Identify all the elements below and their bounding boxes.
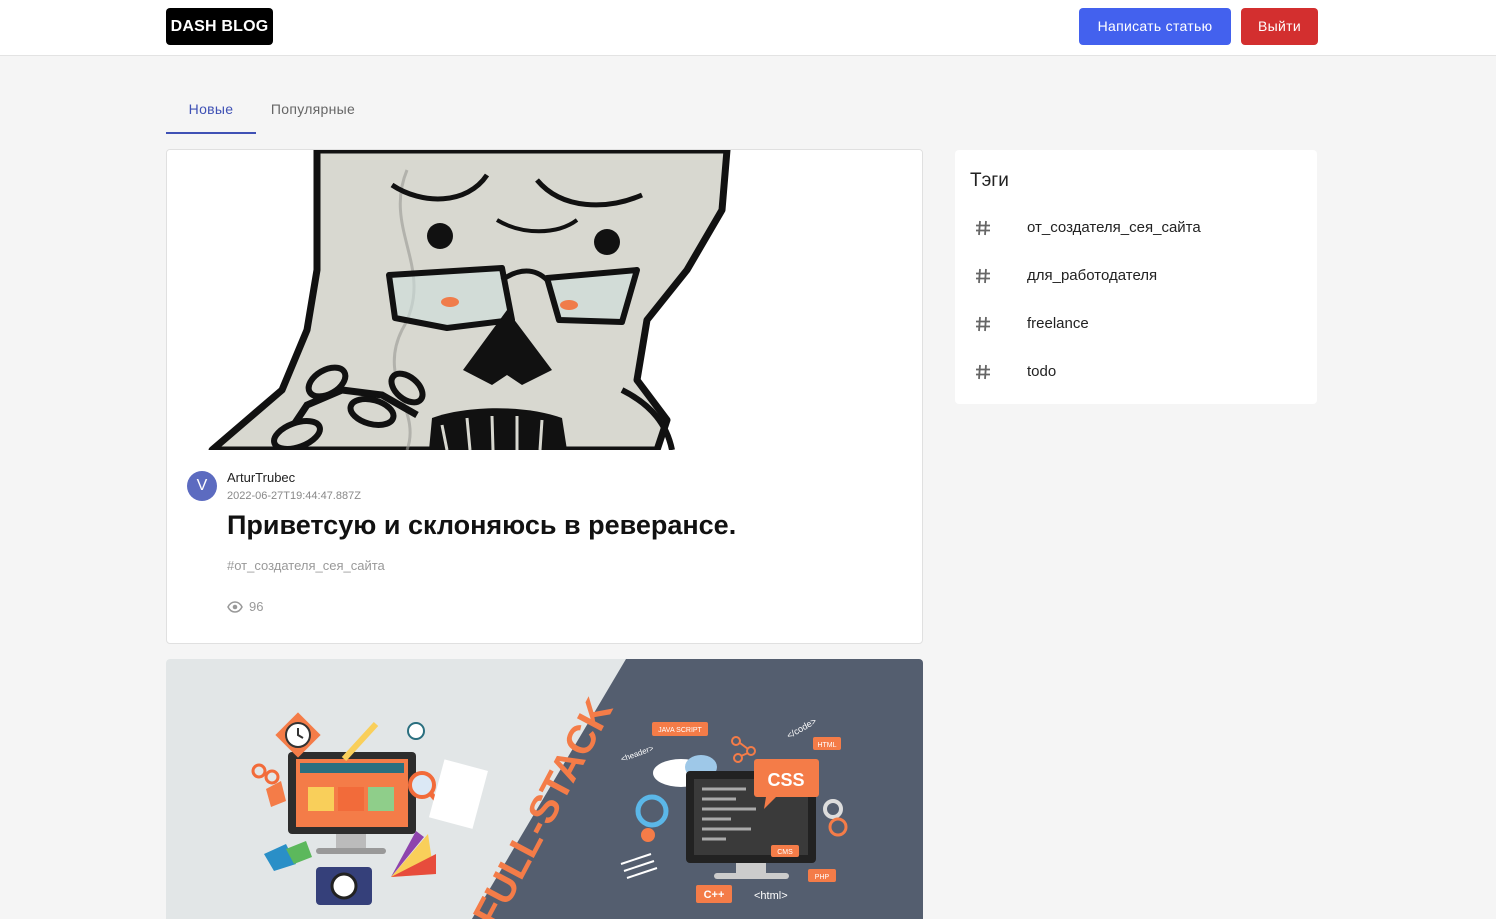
post-image[interactable] bbox=[167, 150, 922, 450]
tags-panel: Тэги от_создателя_сея_сайта для_работода… bbox=[955, 150, 1317, 404]
tab-new[interactable]: Новые bbox=[166, 84, 256, 134]
post-image[interactable]: FULL-STACK JAVA SCRIPT </code> HTML <hea… bbox=[166, 659, 923, 919]
hash-icon bbox=[976, 316, 990, 332]
hash-icon bbox=[976, 220, 990, 236]
tag-label: todo bbox=[1027, 363, 1057, 380]
banner-label-php: PHP bbox=[815, 874, 830, 881]
avatar[interactable]: V bbox=[187, 471, 217, 501]
post-card[interactable]: FULL-STACK JAVA SCRIPT </code> HTML <hea… bbox=[166, 659, 923, 919]
views-count: 96 bbox=[249, 599, 264, 614]
banner-label-html: HTML bbox=[817, 742, 836, 749]
banner-label-htmltag: <html> bbox=[754, 890, 788, 902]
tag-item[interactable]: freelance bbox=[955, 300, 1317, 348]
top-bar: DASH BLOG Написать статью Выйти bbox=[0, 0, 1496, 56]
logo[interactable]: DASH BLOG bbox=[166, 8, 273, 45]
tags-title: Тэги bbox=[970, 170, 1009, 191]
banner-label-cpp: C++ bbox=[704, 889, 725, 901]
hash-icon bbox=[976, 268, 990, 284]
tag-item[interactable]: для_работодателя bbox=[955, 252, 1317, 300]
tag-label: freelance bbox=[1027, 315, 1089, 332]
tag-item[interactable]: от_создателя_сея_сайта bbox=[955, 204, 1317, 252]
post-views: 96 bbox=[227, 599, 263, 614]
banner-label-js: JAVA SCRIPT bbox=[658, 727, 702, 734]
write-article-button[interactable]: Написать статью bbox=[1079, 8, 1231, 45]
post-card[interactable]: V ArturTrubec 2022-06-27T19:44:47.887Z П… bbox=[166, 149, 923, 644]
post-author: ArturTrubec bbox=[227, 470, 296, 485]
tab-popular[interactable]: Популярные bbox=[256, 84, 370, 134]
post-date: 2022-06-27T19:44:47.887Z bbox=[227, 490, 361, 502]
tag-item[interactable]: todo bbox=[955, 348, 1317, 396]
tag-label: от_создателя_сея_сайта bbox=[1027, 219, 1201, 236]
post-title[interactable]: Приветсую и склоняюсь в реверансе. bbox=[227, 510, 736, 541]
post-tag[interactable]: #от_создателя_сея_сайта bbox=[227, 558, 385, 573]
logout-button[interactable]: Выйти bbox=[1241, 8, 1318, 45]
banner-label-css: CSS bbox=[767, 770, 804, 790]
tag-label: для_работодателя bbox=[1027, 267, 1158, 284]
banner-label-cms: CMS bbox=[777, 849, 793, 856]
eye-icon bbox=[227, 600, 243, 613]
hash-icon bbox=[976, 364, 990, 380]
